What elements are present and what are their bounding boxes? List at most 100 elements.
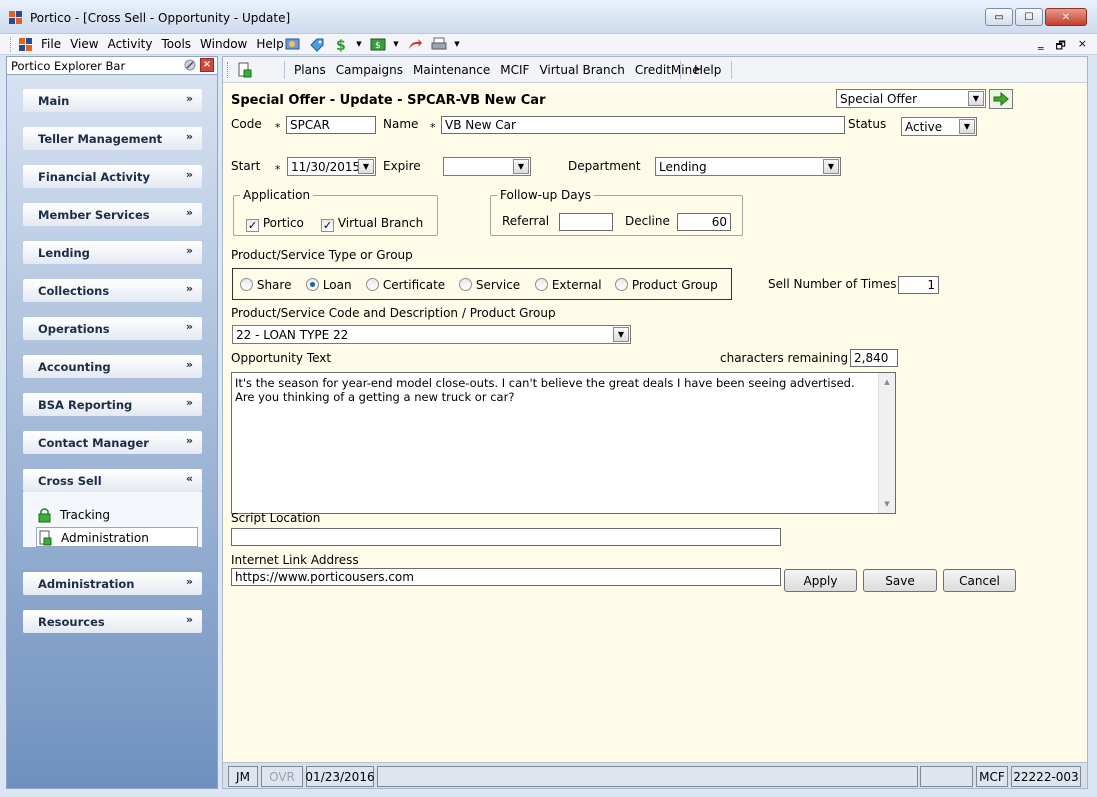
dropdown-arrow-icon[interactable]: ▼ <box>454 36 460 52</box>
code-description-select[interactable]: 22 - LOAN TYPE 22 ▼ <box>232 325 631 344</box>
minimize-button[interactable]: ▭ <box>985 8 1013 26</box>
script-location-label: Script Location <box>231 511 321 525</box>
sidebar-item-label: Tracking <box>60 508 110 522</box>
cash-drawer-icon[interactable]: $ <box>369 36 386 52</box>
close-button[interactable]: ✕ <box>1045 8 1087 26</box>
decline-label: Decline <box>625 214 670 228</box>
nav-group-member-services[interactable]: Member Services » <box>23 203 202 226</box>
nav-group-collections[interactable]: Collections » <box>23 279 202 302</box>
toolbar-campaigns[interactable]: Campaigns <box>336 63 403 77</box>
radio-external[interactable]: External <box>535 278 602 292</box>
radio-label: External <box>551 278 602 292</box>
sidebar-item-tracking[interactable]: Tracking <box>36 505 198 525</box>
chevron-down-icon: ▼ <box>823 159 839 174</box>
nav-group-administration[interactable]: Administration » <box>23 572 202 595</box>
mdi-restore-icon[interactable]: 🗗 <box>1055 37 1065 56</box>
department-select[interactable]: Lending ▼ <box>655 157 841 176</box>
virtual-branch-checkbox[interactable]: ✓ Virtual Branch <box>321 216 423 232</box>
menu-help[interactable]: Help <box>256 37 283 51</box>
explorer-close-icon[interactable]: × <box>200 58 214 72</box>
toolbar-creditmine[interactable]: CreditMine <box>635 63 700 77</box>
nav-group-main[interactable]: Main » <box>23 89 202 112</box>
nav-group-operations[interactable]: Operations » <box>23 317 202 340</box>
go-button[interactable] <box>989 89 1013 109</box>
toolbar-help[interactable]: Help <box>694 63 721 77</box>
sidebar-item-administration[interactable]: Administration <box>36 527 198 547</box>
offer-type-select[interactable]: Special Offer ▼ <box>836 89 986 108</box>
expire-label: Expire <box>383 159 421 173</box>
toolbar-grip[interactable] <box>10 37 13 52</box>
portico-menu-icon[interactable] <box>18 37 33 52</box>
window-title: Portico - [Cross Sell - Opportunity - Up… <box>30 11 291 25</box>
referral-input[interactable] <box>559 213 613 231</box>
printer-icon[interactable] <box>430 36 447 52</box>
redo-arrow-icon[interactable] <box>406 36 423 52</box>
script-location-input[interactable] <box>231 528 781 546</box>
document-lock-icon[interactable] <box>238 62 253 78</box>
maximize-button[interactable]: ☐ <box>1015 8 1043 26</box>
toolbar-grip[interactable] <box>227 62 230 78</box>
dropdown-arrow-icon[interactable]: ▼ <box>356 36 362 52</box>
decline-input[interactable]: 60 <box>677 213 731 231</box>
radio-certificate[interactable]: Certificate <box>366 278 445 292</box>
toolbar-separator <box>284 61 285 79</box>
toolbar-mcif[interactable]: MCIF <box>500 63 529 77</box>
application-group-title: Application <box>240 188 314 202</box>
toolbar-maintenance[interactable]: Maintenance <box>413 63 490 77</box>
characters-remaining-label: characters remaining <box>720 351 849 365</box>
code-input[interactable]: SPCAR <box>286 116 376 134</box>
toolbar-virtual-branch[interactable]: Virtual Branch <box>539 63 624 77</box>
radio-service[interactable]: Service <box>459 278 520 292</box>
nav-group-teller-management[interactable]: Teller Management » <box>23 127 202 150</box>
member-search-icon[interactable] <box>284 36 301 52</box>
name-input[interactable]: VB New Car <box>441 116 845 134</box>
tag-icon[interactable] <box>308 36 325 52</box>
textarea-scrollbar[interactable]: ▲ ▼ <box>878 373 895 513</box>
mdi-close-icon[interactable]: × <box>1078 37 1087 56</box>
radio-label: Share <box>256 278 292 292</box>
chevron-down-icon: ▼ <box>968 91 984 106</box>
radio-share[interactable]: Share <box>240 278 291 292</box>
nav-group-accounting[interactable]: Accounting » <box>23 355 202 378</box>
radio-label: Loan <box>322 278 352 292</box>
radio-loan[interactable]: Loan <box>306 278 352 292</box>
chevron-down-icon: ▼ <box>513 159 529 174</box>
page-title: Special Offer - Update - SPCAR-VB New Ca… <box>231 93 546 108</box>
nav-group-resources[interactable]: Resources » <box>23 610 202 633</box>
dropdown-arrow-icon[interactable]: ▼ <box>393 36 399 52</box>
menu-view[interactable]: View <box>70 37 98 51</box>
menu-file[interactable]: File <box>41 37 61 51</box>
status-ovr: OVR <box>261 766 303 787</box>
maximize-icon: ☐ <box>1024 11 1034 23</box>
department-label: Department <box>568 159 641 173</box>
radio-label: Product Group <box>631 278 718 292</box>
status-select[interactable]: Active ▼ <box>901 117 977 136</box>
cancel-button[interactable]: Cancel <box>943 569 1016 592</box>
sidebar-item-label: Administration <box>61 531 149 545</box>
cross-sell-toolbar: Plans Campaigns Maintenance MCIF Virtual… <box>223 57 1087 83</box>
expire-date-picker[interactable]: ▼ <box>443 157 531 176</box>
internet-link-input[interactable]: https://www.porticousers.com <box>231 568 781 586</box>
toolbar-plans[interactable]: Plans <box>294 63 326 77</box>
start-date-picker[interactable]: 11/30/2015 ▼ <box>287 157 376 176</box>
nav-group-bsa-reporting[interactable]: BSA Reporting » <box>23 393 202 416</box>
dollar-icon[interactable]: $ <box>332 36 349 52</box>
portico-checkbox[interactable]: ✓ Portico <box>246 216 304 232</box>
menu-window[interactable]: Window <box>200 37 247 51</box>
nav-group-contact-manager[interactable]: Contact Manager » <box>23 431 202 454</box>
pin-icon[interactable] <box>183 58 197 72</box>
apply-button[interactable]: Apply <box>784 569 857 592</box>
nav-group-lending[interactable]: Lending » <box>23 241 202 264</box>
nav-group-cross-sell[interactable]: Cross Sell « <box>23 469 202 492</box>
opportunity-text-area[interactable]: It's the season for year-end model close… <box>231 372 896 514</box>
nav-group-label: Member Services <box>38 208 150 222</box>
sell-times-input[interactable]: 1 <box>898 276 939 294</box>
chevron-down-icon: » <box>185 168 193 181</box>
nav-group-label: Accounting <box>38 360 111 374</box>
nav-group-financial-activity[interactable]: Financial Activity » <box>23 165 202 188</box>
save-button[interactable]: Save <box>863 569 937 592</box>
mdi-minimize-icon[interactable]: ‗ <box>1038 37 1044 56</box>
menu-tools[interactable]: Tools <box>161 37 191 51</box>
radio-product-group[interactable]: Product Group <box>615 278 718 292</box>
menu-activity[interactable]: Activity <box>108 37 153 51</box>
